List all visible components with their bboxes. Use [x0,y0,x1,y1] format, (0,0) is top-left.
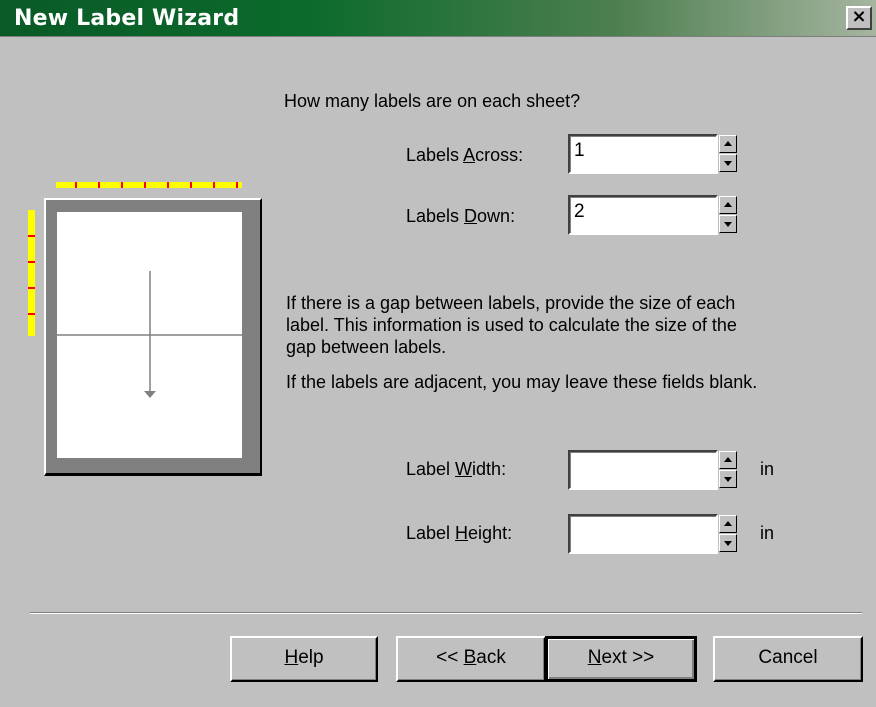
label-height-input[interactable] [568,514,718,554]
window-title: New Label Wizard [14,6,240,31]
back-button[interactable]: << Back [396,636,546,682]
next-button[interactable]: Next >> [545,636,697,682]
spin-up-icon[interactable] [719,135,737,153]
labels-down-input[interactable]: 2 [568,195,718,235]
down-arrow-icon [56,271,243,398]
close-icon[interactable]: × [846,6,872,30]
spin-up-icon[interactable] [719,451,737,469]
labels-down-spinner[interactable] [719,196,737,234]
question-text: How many labels are on each sheet? [284,91,581,111]
labels-across-label: Labels Across: [406,145,524,165]
spin-up-icon[interactable] [719,515,737,533]
help-button[interactable]: Help [230,636,378,682]
cancel-button[interactable]: Cancel [713,636,863,682]
adjacent-info: If the labels are adjacent, you may leav… [286,372,758,392]
gap-info-line-2: label. This information is used to calcu… [286,315,737,335]
label-width-unit: in [760,459,775,479]
label-height-label: Label Height: [406,523,513,543]
labels-down-label: Labels Down: [406,206,516,226]
labels-across-spinner[interactable] [719,135,737,173]
spin-up-icon[interactable] [719,196,737,214]
label-width-label: Label Width: [406,459,507,479]
gap-info-line-3: gap between labels. [286,337,447,357]
ruler-ticks [28,235,35,315]
label-width-spinner[interactable] [719,451,737,489]
gap-info-line-1: If there is a gap between labels, provid… [286,293,736,313]
spin-down-icon[interactable] [719,215,737,233]
spin-down-icon[interactable] [719,470,737,488]
spin-down-icon[interactable] [719,534,737,552]
spin-down-icon[interactable] [719,154,737,172]
vertical-ruler [28,210,35,336]
horizontal-ruler [56,182,242,188]
page-sheet [56,211,243,459]
label-height-spinner[interactable] [719,515,737,553]
label-height-unit: in [760,523,775,543]
separator-line [30,612,862,614]
ruler-ticks [75,182,238,188]
title-bar: New Label Wizard × [0,0,876,37]
labels-across-input[interactable]: 1 [568,134,718,174]
label-width-input[interactable] [568,450,718,490]
